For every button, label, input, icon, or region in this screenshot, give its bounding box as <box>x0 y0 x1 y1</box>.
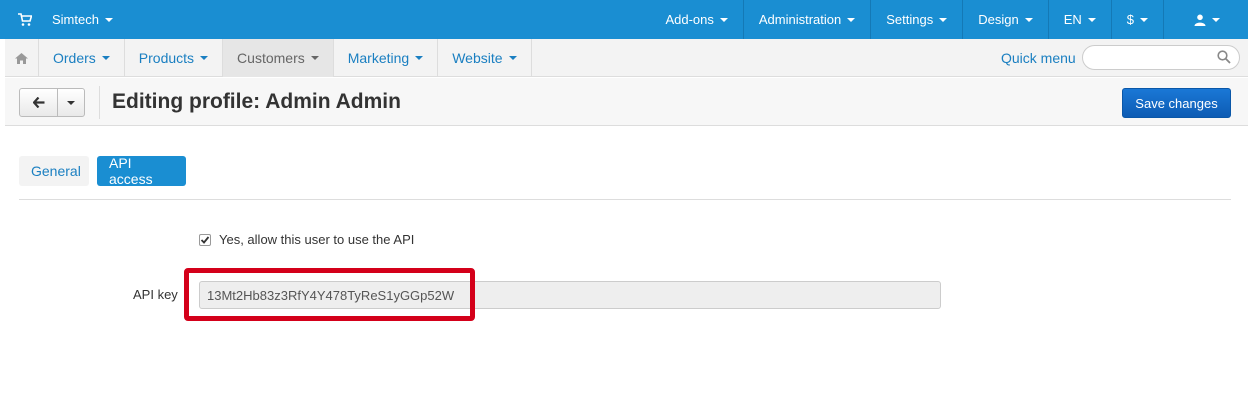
store-switcher[interactable]: Simtech <box>0 0 113 39</box>
nav-orders[interactable]: Orders <box>39 39 125 77</box>
back-dropdown-toggle[interactable] <box>58 89 84 116</box>
user-icon <box>1194 14 1206 26</box>
allow-api-label: Yes, allow this user to use the API <box>219 232 415 247</box>
home-link[interactable] <box>5 39 39 77</box>
chevron-down-icon <box>101 56 110 60</box>
menu-user[interactable] <box>1163 0 1248 39</box>
chevron-down-icon <box>200 56 209 60</box>
menu-design[interactable]: Design <box>962 0 1047 39</box>
chevron-down-icon <box>104 17 113 22</box>
divider <box>99 86 100 119</box>
quick-menu-link[interactable]: Quick menu <box>1001 39 1076 77</box>
tab-api-access[interactable]: API access <box>97 155 186 187</box>
top-bar: Simtech Add-ons Administration Settings … <box>0 0 1248 39</box>
back-button-group <box>19 88 85 117</box>
chevron-down-icon <box>310 56 319 60</box>
tab-general[interactable]: General <box>19 156 89 186</box>
menu-currency[interactable]: $ <box>1110 0 1163 39</box>
nav-customers[interactable]: Customers <box>223 39 334 77</box>
chevron-down-icon <box>508 56 517 60</box>
menu-settings[interactable]: Settings <box>870 0 962 39</box>
menu-language[interactable]: EN <box>1047 0 1111 39</box>
chevron-down-icon <box>1212 17 1220 22</box>
store-name: Simtech <box>52 12 99 27</box>
chevron-down-icon <box>1087 17 1096 22</box>
menu-administration[interactable]: Administration <box>742 0 870 39</box>
save-changes-button[interactable]: Save changes <box>1122 88 1231 118</box>
chevron-down-icon <box>1140 17 1148 22</box>
tab-divider <box>19 199 1231 200</box>
chevron-down-icon <box>1024 17 1033 22</box>
chevron-down-icon <box>939 17 948 22</box>
nav-products[interactable]: Products <box>125 39 224 77</box>
page-title: Editing profile: Admin Admin <box>112 90 401 113</box>
checkmark-icon <box>200 236 210 244</box>
home-icon <box>15 52 28 64</box>
allow-api-checkbox[interactable] <box>199 234 211 246</box>
cart-icon <box>18 12 32 26</box>
chevron-down-icon <box>719 17 728 22</box>
highlight-box <box>184 268 475 321</box>
api-key-label: API key <box>133 287 178 302</box>
menu-addons[interactable]: Add-ons <box>650 0 742 39</box>
search-icon <box>1217 50 1231 64</box>
back-button[interactable] <box>20 89 58 116</box>
arrow-left-icon <box>32 97 44 108</box>
nav-marketing[interactable]: Marketing <box>334 39 439 77</box>
page-header: Editing profile: Admin Admin Save change… <box>5 78 1248 126</box>
chevron-down-icon <box>847 17 856 22</box>
main-nav: Orders Products Customers Marketing Webs… <box>5 39 1248 77</box>
search-input[interactable] <box>1082 45 1240 70</box>
chevron-down-icon <box>415 56 424 60</box>
nav-website[interactable]: Website <box>438 39 532 77</box>
chevron-down-icon <box>67 100 75 105</box>
